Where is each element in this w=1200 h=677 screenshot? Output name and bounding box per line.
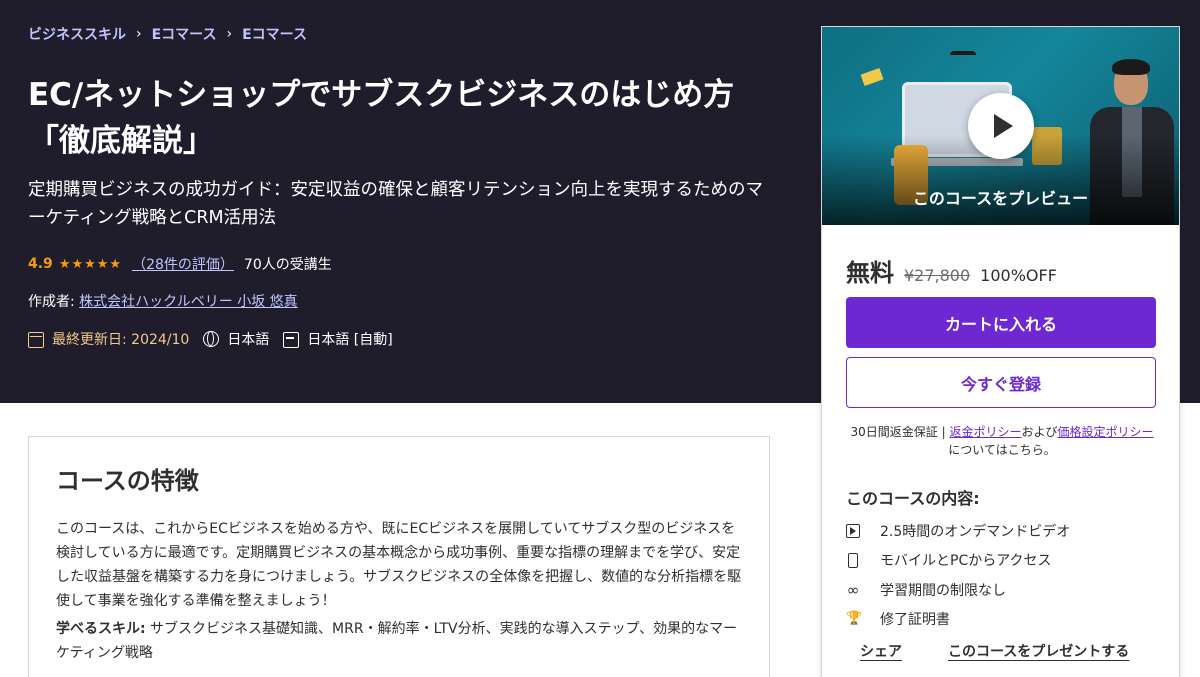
list-item: ∞ 学習期間の制限なし xyxy=(846,575,1070,605)
enroll-now-button[interactable]: 今すぐ登録 xyxy=(846,357,1156,408)
breadcrumb: ビジネススキル › Eコマース › Eコマース xyxy=(28,24,307,44)
include-lifetime: 学習期間の制限なし xyxy=(880,582,1006,599)
guarantee-text: 30日間返金保証 | xyxy=(850,425,950,439)
star-rating-icon: ★★★★★ xyxy=(58,256,123,272)
author-row: 作成者: 株式会社ハックルベリー 小坂 悠真 xyxy=(28,291,298,311)
skills-text: サブスクビジネス基礎知識、MRR・解約率・LTV分析、実践的な導入ステップ、効果… xyxy=(56,621,738,661)
rating-row: 4.9 ★★★★★ （28件の評価） 70人の受講生 xyxy=(28,254,332,274)
play-icon[interactable] xyxy=(968,93,1034,159)
trophy-icon: 🏆 xyxy=(846,611,863,627)
includes-list: 2.5時間のオンデマンドビデオ モバイルとPCからアクセス ∞ 学習期間の制限なし… xyxy=(846,516,1070,634)
ticket-illustration xyxy=(860,67,884,87)
author-link[interactable]: 株式会社ハックルベリー 小坂 悠真 xyxy=(79,294,297,310)
breadcrumb-item-business-skills[interactable]: ビジネススキル xyxy=(28,24,126,44)
captions-icon xyxy=(283,332,300,348)
original-price: ¥27,800 xyxy=(904,266,971,285)
calendar-icon xyxy=(28,331,44,348)
add-to-cart-button[interactable]: カートに入れる xyxy=(846,297,1156,348)
chevron-right-icon: › xyxy=(136,26,142,42)
pricing-policy-link[interactable]: 価格設定ポリシー xyxy=(1057,425,1153,439)
list-item: モバイルとPCからアクセス xyxy=(846,546,1070,576)
money-back-guarantee: 30日間返金保証 | 返金ポリシーおよび価格設定ポリシーについてはこちら。 xyxy=(846,423,1158,459)
list-item: 🏆 修了証明書 xyxy=(846,605,1070,635)
features-skills: 学べるスキル: サブスクビジネス基礎知識、MRR・解約率・LTV分析、実践的な導… xyxy=(56,617,748,665)
globe-icon xyxy=(203,331,220,347)
course-features: コースの特徴 このコースは、これからECビジネスを始める方や、既にECビジネスを… xyxy=(28,436,770,677)
breadcrumb-item-ecommerce[interactable]: Eコマース xyxy=(152,24,217,44)
includes-title: このコースの内容: xyxy=(846,489,980,508)
list-item: 2.5時間のオンデマンドビデオ xyxy=(846,516,1070,546)
current-price: 無料 xyxy=(846,259,894,287)
card-actions: シェア このコースをプレゼントする xyxy=(860,641,1129,661)
features-title: コースの特徴 xyxy=(56,467,199,495)
author-label: 作成者: xyxy=(28,294,75,310)
features-description: このコースは、これからECビジネスを始める方や、既にECビジネスを展開していてサ… xyxy=(56,521,742,609)
infinity-icon: ∞ xyxy=(846,580,860,599)
mobile-icon xyxy=(848,552,858,568)
course-subtitle: 定期購買ビジネスの成功ガイド：安定収益の確保と顧客リテンション向上を実現するため… xyxy=(28,180,763,228)
price-row: 無料 ¥27,800 100%OFF xyxy=(846,253,1057,288)
sunglasses-illustration xyxy=(950,51,976,59)
gift-course-link[interactable]: このコースをプレゼントする xyxy=(948,641,1129,661)
refund-policy-link[interactable]: 返金ポリシー xyxy=(949,425,1021,439)
include-video: 2.5時間のオンデマンドビデオ xyxy=(880,523,1071,540)
guarantee-conjunction: および xyxy=(1021,425,1058,439)
course-preview[interactable]: このコースをプレビュー xyxy=(822,27,1179,225)
course-captions: 日本語 [自動] xyxy=(307,332,393,348)
guarantee-suffix: についてはこちら。 xyxy=(948,443,1056,457)
share-link[interactable]: シェア xyxy=(860,641,902,661)
preview-label: このコースをプレビュー xyxy=(912,189,1089,208)
breadcrumb-item-ecommerce-topic[interactable]: Eコマース xyxy=(242,24,307,44)
purchase-card: このコースをプレビュー 無料 ¥27,800 100%OFF カートに入れる 今… xyxy=(821,26,1180,677)
discount-percent: 100%OFF xyxy=(980,266,1057,285)
video-icon xyxy=(846,523,860,538)
include-mobile: モバイルとPCからアクセス xyxy=(880,553,1052,570)
course-language: 日本語 xyxy=(227,332,270,348)
skills-label: 学べるスキル: xyxy=(56,621,146,637)
include-certificate: 修了証明書 xyxy=(880,612,950,629)
rating-value: 4.9 xyxy=(28,256,53,272)
student-count: 70人の受講生 xyxy=(243,257,332,273)
rating-count-link[interactable]: （28件の評価） xyxy=(132,254,234,274)
last-updated: 最終更新日: 2024/10 xyxy=(52,332,190,348)
course-meta: 最終更新日: 2024/10 日本語 日本語 [自動] xyxy=(28,329,407,349)
course-title: EC/ネットショップでサブスクビジネスのはじめ方「徹底解説」 xyxy=(28,77,735,159)
chevron-right-icon: › xyxy=(226,26,233,42)
